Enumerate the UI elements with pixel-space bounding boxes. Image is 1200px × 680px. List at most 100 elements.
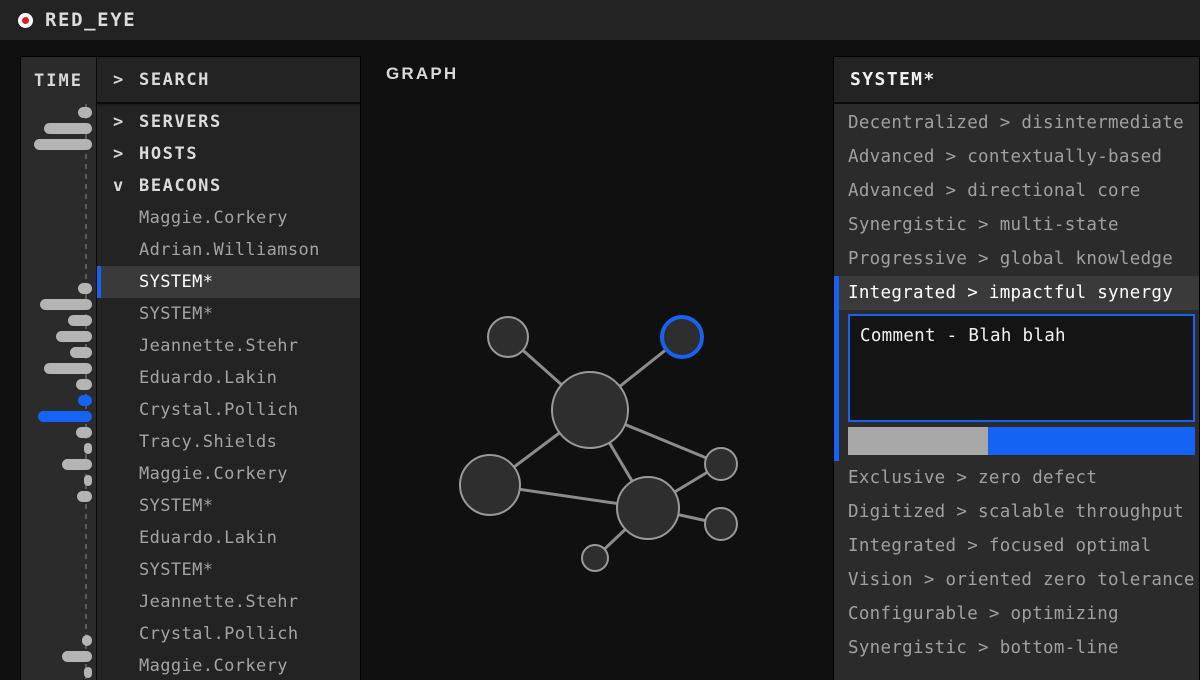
event-row[interactable]: Digitized > scalable throughput bbox=[834, 495, 1199, 529]
tree-group-servers[interactable]: > SERVERS bbox=[97, 106, 360, 138]
graph-node[interactable] bbox=[704, 447, 738, 481]
timeline-bar[interactable] bbox=[68, 314, 92, 326]
timeline-bar-row[interactable] bbox=[21, 392, 96, 408]
timeline-bar[interactable] bbox=[40, 298, 92, 310]
timeline-bar-row[interactable] bbox=[21, 520, 96, 536]
list-item[interactable]: Crystal.Pollich bbox=[97, 618, 360, 650]
graph-node[interactable] bbox=[704, 507, 738, 541]
timeline-bar[interactable] bbox=[84, 442, 92, 454]
event-row-selected[interactable]: Integrated > impactful synergy bbox=[834, 276, 1199, 310]
list-item[interactable]: SYSTEM* bbox=[97, 266, 360, 298]
event-row[interactable]: Synergistic > multi-state bbox=[834, 208, 1199, 242]
timeline-bar[interactable] bbox=[78, 106, 92, 118]
timeline-bar-row[interactable] bbox=[21, 440, 96, 456]
timeline-bar-row[interactable] bbox=[21, 568, 96, 584]
timeline-bar-row[interactable] bbox=[21, 600, 96, 616]
timeline-bar[interactable] bbox=[62, 458, 92, 470]
graph-node-selected[interactable] bbox=[660, 315, 704, 359]
timeline-bar-row[interactable] bbox=[21, 184, 96, 200]
timeline-bar[interactable] bbox=[84, 666, 92, 678]
timeline-bar-row[interactable] bbox=[21, 328, 96, 344]
graph-node[interactable] bbox=[581, 544, 609, 572]
event-list[interactable]: Decentralized > disintermediate Advanced … bbox=[834, 106, 1199, 680]
timeline-bar-row[interactable] bbox=[21, 120, 96, 136]
cancel-button[interactable] bbox=[848, 427, 988, 455]
timeline-bar-row[interactable] bbox=[21, 264, 96, 280]
timeline-bar[interactable] bbox=[76, 426, 92, 438]
event-row[interactable]: Advanced > directional core bbox=[834, 174, 1199, 208]
timeline-bar-row[interactable] bbox=[21, 152, 96, 168]
timeline-bar-row[interactable] bbox=[21, 216, 96, 232]
list-item[interactable]: Eduardo.Lakin bbox=[97, 522, 360, 554]
timeline-bar-row[interactable] bbox=[21, 248, 96, 264]
list-item[interactable]: Adrian.Williamson bbox=[97, 234, 360, 266]
timeline-bar[interactable] bbox=[78, 282, 92, 294]
timeline-bar-row[interactable] bbox=[21, 616, 96, 632]
timeline-bar-row[interactable] bbox=[21, 232, 96, 248]
timeline-bar-row[interactable] bbox=[21, 104, 96, 120]
timeline-bar[interactable] bbox=[76, 378, 92, 390]
list-item[interactable]: Maggie.Corkery bbox=[97, 202, 360, 234]
event-row[interactable]: Progressive > global knowledge bbox=[834, 242, 1199, 276]
graph-node[interactable] bbox=[616, 476, 680, 540]
submit-button[interactable] bbox=[988, 427, 1195, 455]
list-item[interactable]: Tracy.Shields bbox=[97, 426, 360, 458]
timeline-bar-row[interactable] bbox=[21, 552, 96, 568]
timeline-bar-row[interactable] bbox=[21, 648, 96, 664]
graph-node[interactable] bbox=[459, 454, 521, 516]
timeline-bar-active[interactable] bbox=[38, 410, 92, 422]
timeline-bar-row[interactable] bbox=[21, 360, 96, 376]
event-row[interactable]: Synergistic > bottom-line bbox=[834, 631, 1199, 665]
timeline-bar-row[interactable] bbox=[21, 472, 96, 488]
graph-node[interactable] bbox=[551, 371, 629, 449]
tree-list[interactable]: > SERVERS > HOSTS v BEACONS Maggie.Corkery Adri… bbox=[97, 106, 360, 680]
timeline-bar[interactable] bbox=[84, 474, 92, 486]
event-row[interactable]: Integrated > focused optimal bbox=[834, 529, 1199, 563]
event-row[interactable]: Exclusive > zero defect bbox=[834, 461, 1199, 495]
event-row[interactable]: Decentralized > disintermediate bbox=[834, 106, 1199, 140]
graph-canvas[interactable] bbox=[372, 56, 822, 680]
list-item[interactable]: Jeannette.Stehr bbox=[97, 586, 360, 618]
timeline-bar[interactable] bbox=[56, 330, 92, 342]
timeline-bar[interactable] bbox=[44, 362, 92, 374]
timeline-bar-row[interactable] bbox=[21, 488, 96, 504]
timeline-bar[interactable] bbox=[44, 122, 92, 134]
timeline-bar-row[interactable] bbox=[21, 632, 96, 648]
list-item[interactable]: Maggie.Corkery bbox=[97, 650, 360, 680]
list-item[interactable]: SYSTEM* bbox=[97, 490, 360, 522]
timeline-bar-row[interactable] bbox=[21, 536, 96, 552]
timeline-bar-row[interactable] bbox=[21, 584, 96, 600]
timeline-bar-row[interactable] bbox=[21, 456, 96, 472]
timeline-bar[interactable] bbox=[34, 138, 92, 150]
list-item[interactable]: SYSTEM* bbox=[97, 554, 360, 586]
list-item[interactable]: Jeannette.Stehr bbox=[97, 330, 360, 362]
event-row[interactable]: Configurable > optimizing bbox=[834, 597, 1199, 631]
tree-group-beacons[interactable]: v BEACONS bbox=[97, 170, 360, 202]
timeline-bar[interactable] bbox=[77, 490, 92, 502]
timeline-bar-row[interactable] bbox=[21, 168, 96, 184]
list-item[interactable]: Eduardo.Lakin bbox=[97, 362, 360, 394]
comment-input[interactable]: Comment - Blah blah bbox=[848, 314, 1195, 422]
timeline-bar-row[interactable] bbox=[21, 664, 96, 680]
timeline-bar-row[interactable] bbox=[21, 200, 96, 216]
tree-group-hosts[interactable]: > HOSTS bbox=[97, 138, 360, 170]
event-row[interactable]: Advanced > contextually-based bbox=[834, 140, 1199, 174]
timeline-track[interactable] bbox=[21, 104, 96, 680]
timeline-bar-row[interactable] bbox=[21, 136, 96, 152]
timeline-bar-row[interactable] bbox=[21, 504, 96, 520]
timeline-bar-row[interactable] bbox=[21, 312, 96, 328]
event-row[interactable]: Vision > oriented zero tolerance bbox=[834, 563, 1199, 597]
search-input[interactable]: > SEARCH bbox=[97, 57, 360, 104]
timeline-bar-row[interactable] bbox=[21, 280, 96, 296]
timeline-bar[interactable] bbox=[70, 346, 92, 358]
list-item[interactable]: Crystal.Pollich bbox=[97, 394, 360, 426]
list-item[interactable]: SYSTEM* bbox=[97, 298, 360, 330]
timeline-bar-active[interactable] bbox=[78, 394, 92, 406]
list-item[interactable]: Maggie.Corkery bbox=[97, 458, 360, 490]
graph-node[interactable] bbox=[487, 316, 529, 358]
timeline-bar[interactable] bbox=[62, 650, 92, 662]
timeline-bar-row[interactable] bbox=[21, 424, 96, 440]
timeline-bar-row[interactable] bbox=[21, 344, 96, 360]
timeline-bar-row[interactable] bbox=[21, 408, 96, 424]
timeline-bar-row[interactable] bbox=[21, 296, 96, 312]
